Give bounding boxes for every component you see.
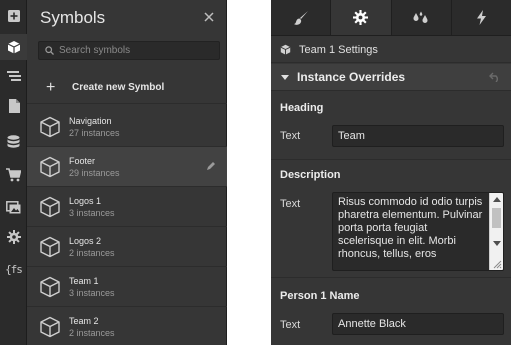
add-panel-icon (7, 10, 20, 22)
symbol-cube-icon (40, 316, 60, 338)
tab-style[interactable] (271, 0, 332, 35)
symbol-cube-icon (40, 276, 60, 298)
field-label: Text (280, 319, 301, 331)
symbol-name: Team 1 (69, 276, 99, 286)
edit-pencil-icon[interactable] (206, 161, 216, 171)
scroll-up-arrow-icon[interactable] (493, 197, 501, 202)
description-text: Risus commodo id odio turpis pharetra el… (338, 196, 483, 260)
custom-code-button[interactable]: {fs (0, 256, 27, 282)
interactions-drops-icon (413, 11, 428, 23)
scroll-down-arrow-icon[interactable] (493, 241, 501, 246)
symbol-cube-icon (40, 236, 60, 258)
navigator-icon (6, 71, 21, 81)
lightning-icon (476, 10, 486, 25)
symbol-item[interactable]: Footer 29 instances (27, 147, 227, 187)
resize-grip-icon[interactable] (492, 259, 502, 269)
scroll-thumb[interactable] (492, 208, 501, 228)
search-input[interactable] (59, 45, 209, 56)
left-toolbar-rail: {fs (0, 0, 27, 345)
symbol-name: Footer (69, 156, 96, 166)
field-label: Text (280, 198, 301, 210)
symbols-cube-icon (7, 41, 20, 54)
heading-text-field[interactable] (332, 125, 504, 147)
symbols-list: Navigation 27 instances Footer 29 instance… (27, 107, 227, 345)
symbol-cube-icon (40, 196, 60, 218)
navigator-button[interactable] (0, 63, 27, 89)
cms-button[interactable] (0, 129, 27, 155)
breadcrumb-label: Team 1 Settings (299, 43, 378, 56)
group-title: Person 1 Name (280, 290, 360, 302)
symbol-name: Navigation (69, 116, 112, 126)
override-group-description: Description Text Risus commodo id odio t… (271, 160, 511, 278)
field-label: Text (280, 130, 301, 142)
symbol-instance-count: 2 instances (69, 328, 115, 338)
canvas-gap (228, 0, 271, 345)
settings-button[interactable] (0, 224, 27, 250)
panel-tabs (271, 0, 511, 36)
symbol-item[interactable]: Team 1 3 instances (27, 267, 227, 307)
plus-icon: + (46, 78, 56, 96)
breadcrumb: Team 1 Settings (271, 37, 511, 63)
symbol-cube-icon (40, 116, 60, 138)
group-title: Description (280, 169, 341, 181)
settings-gear-icon (353, 10, 369, 25)
tab-lightning[interactable] (452, 0, 511, 35)
caret-down-icon (281, 74, 289, 80)
symbol-instance-count: 27 instances (69, 128, 120, 138)
symbols-panel-button[interactable] (0, 34, 27, 60)
close-icon (204, 12, 214, 22)
search-box (38, 41, 220, 60)
symbol-instance-count: 29 instances (69, 168, 120, 178)
symbol-item[interactable]: Team 2 2 instances (27, 307, 227, 345)
create-symbol-button[interactable]: + Create new Symbol (27, 72, 227, 104)
section-title: Instance Overrides (297, 70, 406, 84)
symbol-name: Logos 2 (69, 236, 102, 246)
group-title: Heading (280, 102, 324, 114)
symbol-instance-count: 3 instances (69, 208, 115, 218)
symbol-name: Team 2 (69, 316, 99, 326)
settings-gear-icon (6, 230, 21, 244)
symbol-cube-icon (280, 44, 291, 55)
ecommerce-button[interactable] (0, 162, 27, 188)
assets-images-icon (6, 200, 21, 213)
pages-button[interactable] (0, 93, 27, 119)
symbol-item[interactable]: Logos 2 2 instances (27, 227, 227, 267)
description-textarea[interactable]: Risus commodo id odio turpis pharetra el… (332, 192, 504, 271)
person-1-name-text-field[interactable] (332, 313, 504, 335)
override-group-heading: Heading Text (271, 92, 511, 160)
cms-database-icon (7, 135, 20, 148)
symbols-panel: Symbols + Create new Symbol Navigation 27… (27, 0, 227, 345)
symbol-item[interactable]: Logos 1 3 instances (27, 187, 227, 227)
symbol-instance-count: 3 instances (69, 288, 115, 298)
close-panel-button[interactable] (202, 10, 216, 24)
symbols-header: Symbols (27, 0, 227, 38)
symbols-panel-title: Symbols (40, 8, 106, 27)
settings-panel: Team 1 Settings Instance Overrides Headi… (271, 0, 511, 345)
instance-overrides-header[interactable]: Instance Overrides (271, 64, 511, 91)
create-symbol-label: Create new Symbol (72, 82, 165, 93)
symbol-item[interactable]: Navigation 27 instances (27, 107, 227, 147)
add-panel-button[interactable] (0, 3, 27, 29)
custom-code-icon: {fs (5, 262, 23, 276)
symbol-name: Logos 1 (69, 196, 102, 206)
tab-interactions[interactable] (392, 0, 452, 35)
symbol-cube-icon (40, 156, 60, 178)
assets-button[interactable] (0, 194, 27, 220)
tab-settings[interactable] (331, 0, 392, 35)
reset-undo-icon[interactable] (489, 72, 501, 82)
symbol-instance-count: 2 instances (69, 248, 115, 258)
ecommerce-cart-icon (6, 168, 21, 182)
pages-icon (8, 99, 20, 113)
override-group-person-1-name: Person 1 Name Text (271, 278, 511, 345)
search-icon (45, 46, 54, 55)
style-brush-icon (293, 10, 308, 25)
